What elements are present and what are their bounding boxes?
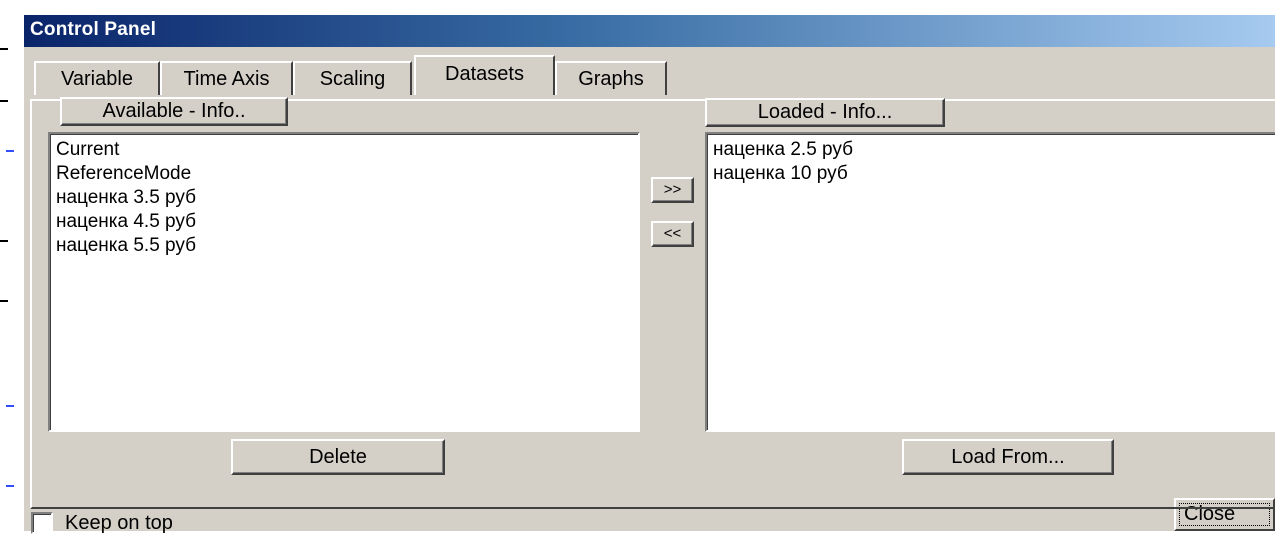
move-right-button[interactable]: >> <box>651 177 694 203</box>
tab-variable[interactable]: Variable <box>34 61 160 95</box>
tab-datasets[interactable]: Datasets <box>414 55 555 95</box>
background-mark <box>0 100 8 102</box>
background-mark <box>0 240 8 242</box>
background-mark <box>6 485 14 487</box>
list-item[interactable]: Current <box>56 138 632 162</box>
move-left-button[interactable]: << <box>651 221 694 247</box>
loaded-info-button[interactable]: Loaded - Info... <box>705 98 945 127</box>
control-panel-window: Control Panel Variable Time Axis Scaling… <box>24 15 1275 534</box>
tab-graphs[interactable]: Graphs <box>555 61 667 95</box>
list-item[interactable]: наценка 2.5 руб <box>713 138 1269 162</box>
keep-on-top-label: Keep on top <box>65 512 173 534</box>
background-mark <box>6 150 14 152</box>
background-window <box>0 0 24 531</box>
background-mark <box>0 300 8 302</box>
background-mark <box>0 48 8 50</box>
tab-scaling[interactable]: Scaling <box>293 61 412 95</box>
list-item[interactable]: наценка 4.5 руб <box>56 210 632 234</box>
available-info-button[interactable]: Available - Info.. <box>60 97 288 126</box>
load-from-button[interactable]: Load From... <box>902 439 1114 475</box>
list-item[interactable]: наценка 10 руб <box>713 162 1269 186</box>
loaded-datasets-list[interactable]: наценка 2.5 руб наценка 10 руб <box>705 132 1275 432</box>
delete-button[interactable]: Delete <box>231 439 445 475</box>
window-title: Control Panel <box>30 19 157 40</box>
available-datasets-list[interactable]: Current ReferenceMode наценка 3.5 руб на… <box>48 132 640 432</box>
list-item[interactable]: наценка 3.5 руб <box>56 186 632 210</box>
list-item[interactable]: ReferenceMode <box>56 162 632 186</box>
list-item[interactable]: наценка 5.5 руб <box>56 234 632 258</box>
tab-time-axis[interactable]: Time Axis <box>160 61 293 95</box>
title-bar[interactable]: Control Panel <box>24 15 1275 47</box>
background-mark <box>6 405 14 407</box>
